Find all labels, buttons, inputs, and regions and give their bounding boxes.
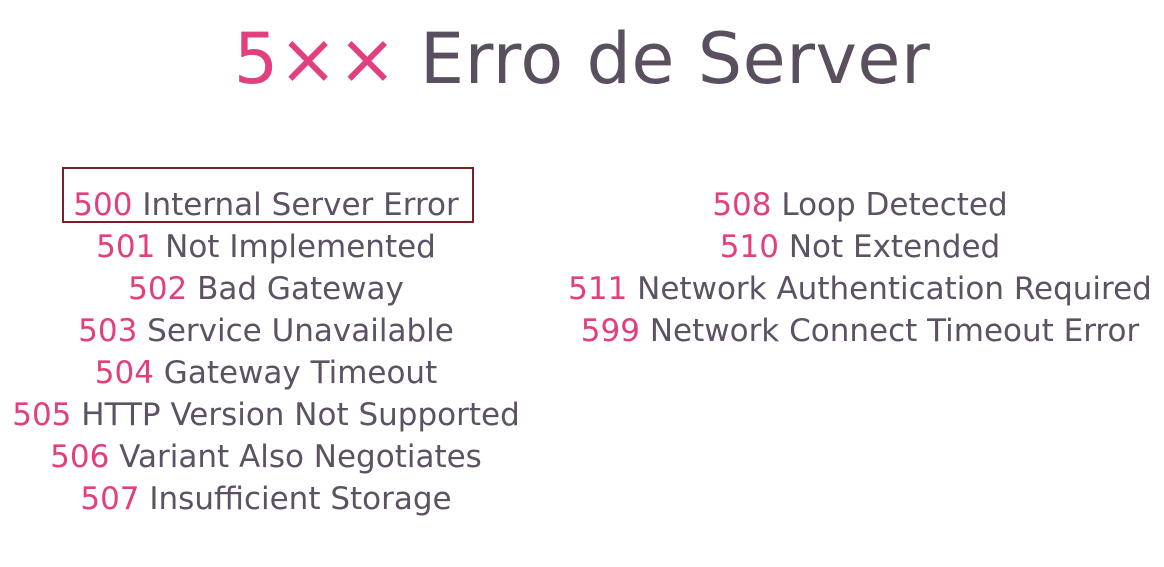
status-code: 599 bbox=[580, 313, 640, 349]
status-item: 510 Not Extended bbox=[560, 226, 1160, 268]
status-label: Gateway Timeout bbox=[163, 355, 438, 391]
status-code: 502 bbox=[128, 271, 188, 307]
status-item: 500 Internal Server Error bbox=[0, 184, 532, 226]
status-label: Bad Gateway bbox=[197, 271, 404, 307]
status-list-left: 500 Internal Server Error 501 Not Implem… bbox=[0, 184, 532, 520]
status-code: 510 bbox=[719, 229, 779, 265]
status-item: 503 Service Unavailable bbox=[0, 310, 532, 352]
status-label: Network Authentication Required bbox=[637, 271, 1152, 307]
status-label: Loop Detected bbox=[781, 187, 1008, 223]
status-item: 501 Not Implemented bbox=[0, 226, 532, 268]
title-text: Erro de Server bbox=[419, 18, 931, 100]
status-item: 508 Loop Detected bbox=[560, 184, 1160, 226]
status-item: 599 Network Connect Timeout Error bbox=[560, 310, 1160, 352]
status-label: Insufficient Storage bbox=[149, 481, 452, 517]
status-code: 511 bbox=[568, 271, 628, 307]
status-code: 508 bbox=[712, 187, 772, 223]
status-item: 502 Bad Gateway bbox=[0, 268, 532, 310]
title-status-code: 5×× bbox=[233, 18, 398, 100]
status-label: Not Extended bbox=[788, 229, 1001, 265]
status-item: 507 Insufficient Storage bbox=[0, 478, 532, 520]
status-item: 506 Variant Also Negotiates bbox=[0, 436, 532, 478]
status-item: 505 HTTP Version Not Supported bbox=[0, 394, 532, 436]
status-item: 504 Gateway Timeout bbox=[0, 352, 532, 394]
status-code: 506 bbox=[50, 439, 110, 475]
status-label: Network Connect Timeout Error bbox=[649, 313, 1140, 349]
status-code: 507 bbox=[80, 481, 140, 517]
status-label: Variant Also Negotiates bbox=[119, 439, 482, 475]
status-label: Not Implemented bbox=[165, 229, 436, 265]
slide-title: 5×× Erro de Server bbox=[0, 14, 1164, 104]
status-code: 501 bbox=[96, 229, 156, 265]
status-label: Service Unavailable bbox=[147, 313, 454, 349]
status-label: Internal Server Error bbox=[142, 187, 459, 223]
status-code: 503 bbox=[78, 313, 138, 349]
status-list-right: 508 Loop Detected 510 Not Extended 511 N… bbox=[560, 184, 1160, 352]
slide: 5×× Erro de Server 500 Internal Server E… bbox=[0, 0, 1164, 567]
status-code: 500 bbox=[73, 187, 133, 223]
status-code: 504 bbox=[94, 355, 154, 391]
status-code: 505 bbox=[12, 397, 72, 433]
status-item: 511 Network Authentication Required bbox=[560, 268, 1160, 310]
status-label: HTTP Version Not Supported bbox=[81, 397, 520, 433]
